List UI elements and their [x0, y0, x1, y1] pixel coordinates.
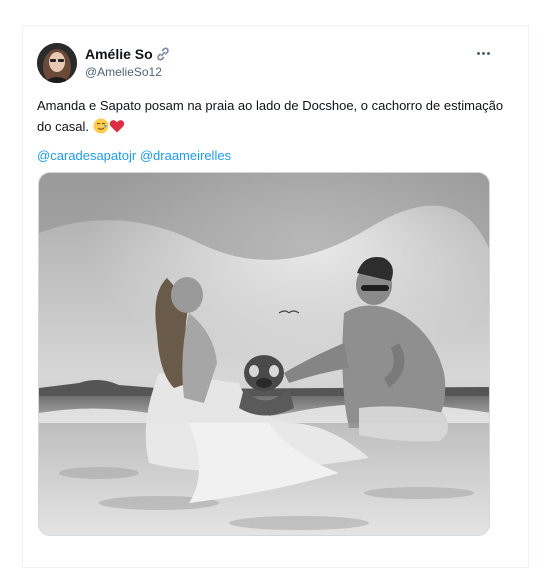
more-icon[interactable] — [474, 46, 492, 60]
author-name[interactable]: Amélie So — [85, 46, 153, 62]
tweet-photo[interactable] — [38, 172, 490, 536]
mention-link[interactable]: @caradesapatojr — [37, 148, 136, 163]
avatar-image — [37, 43, 77, 83]
author-handle[interactable]: @AmelieSo12 — [85, 65, 162, 79]
link-icon — [156, 47, 170, 61]
avatar[interactable] — [37, 43, 77, 83]
beach-photo — [39, 173, 489, 535]
mention-link[interactable]: @draameirelles — [140, 148, 231, 163]
mentions: @caradesapatojr @draameirelles — [37, 148, 231, 163]
tweet-text: Amanda e Sapato posam na praia ao lado d… — [37, 95, 507, 140]
red-heart-icon — [109, 118, 125, 140]
smiling-face-with-tear-icon — [93, 118, 109, 140]
